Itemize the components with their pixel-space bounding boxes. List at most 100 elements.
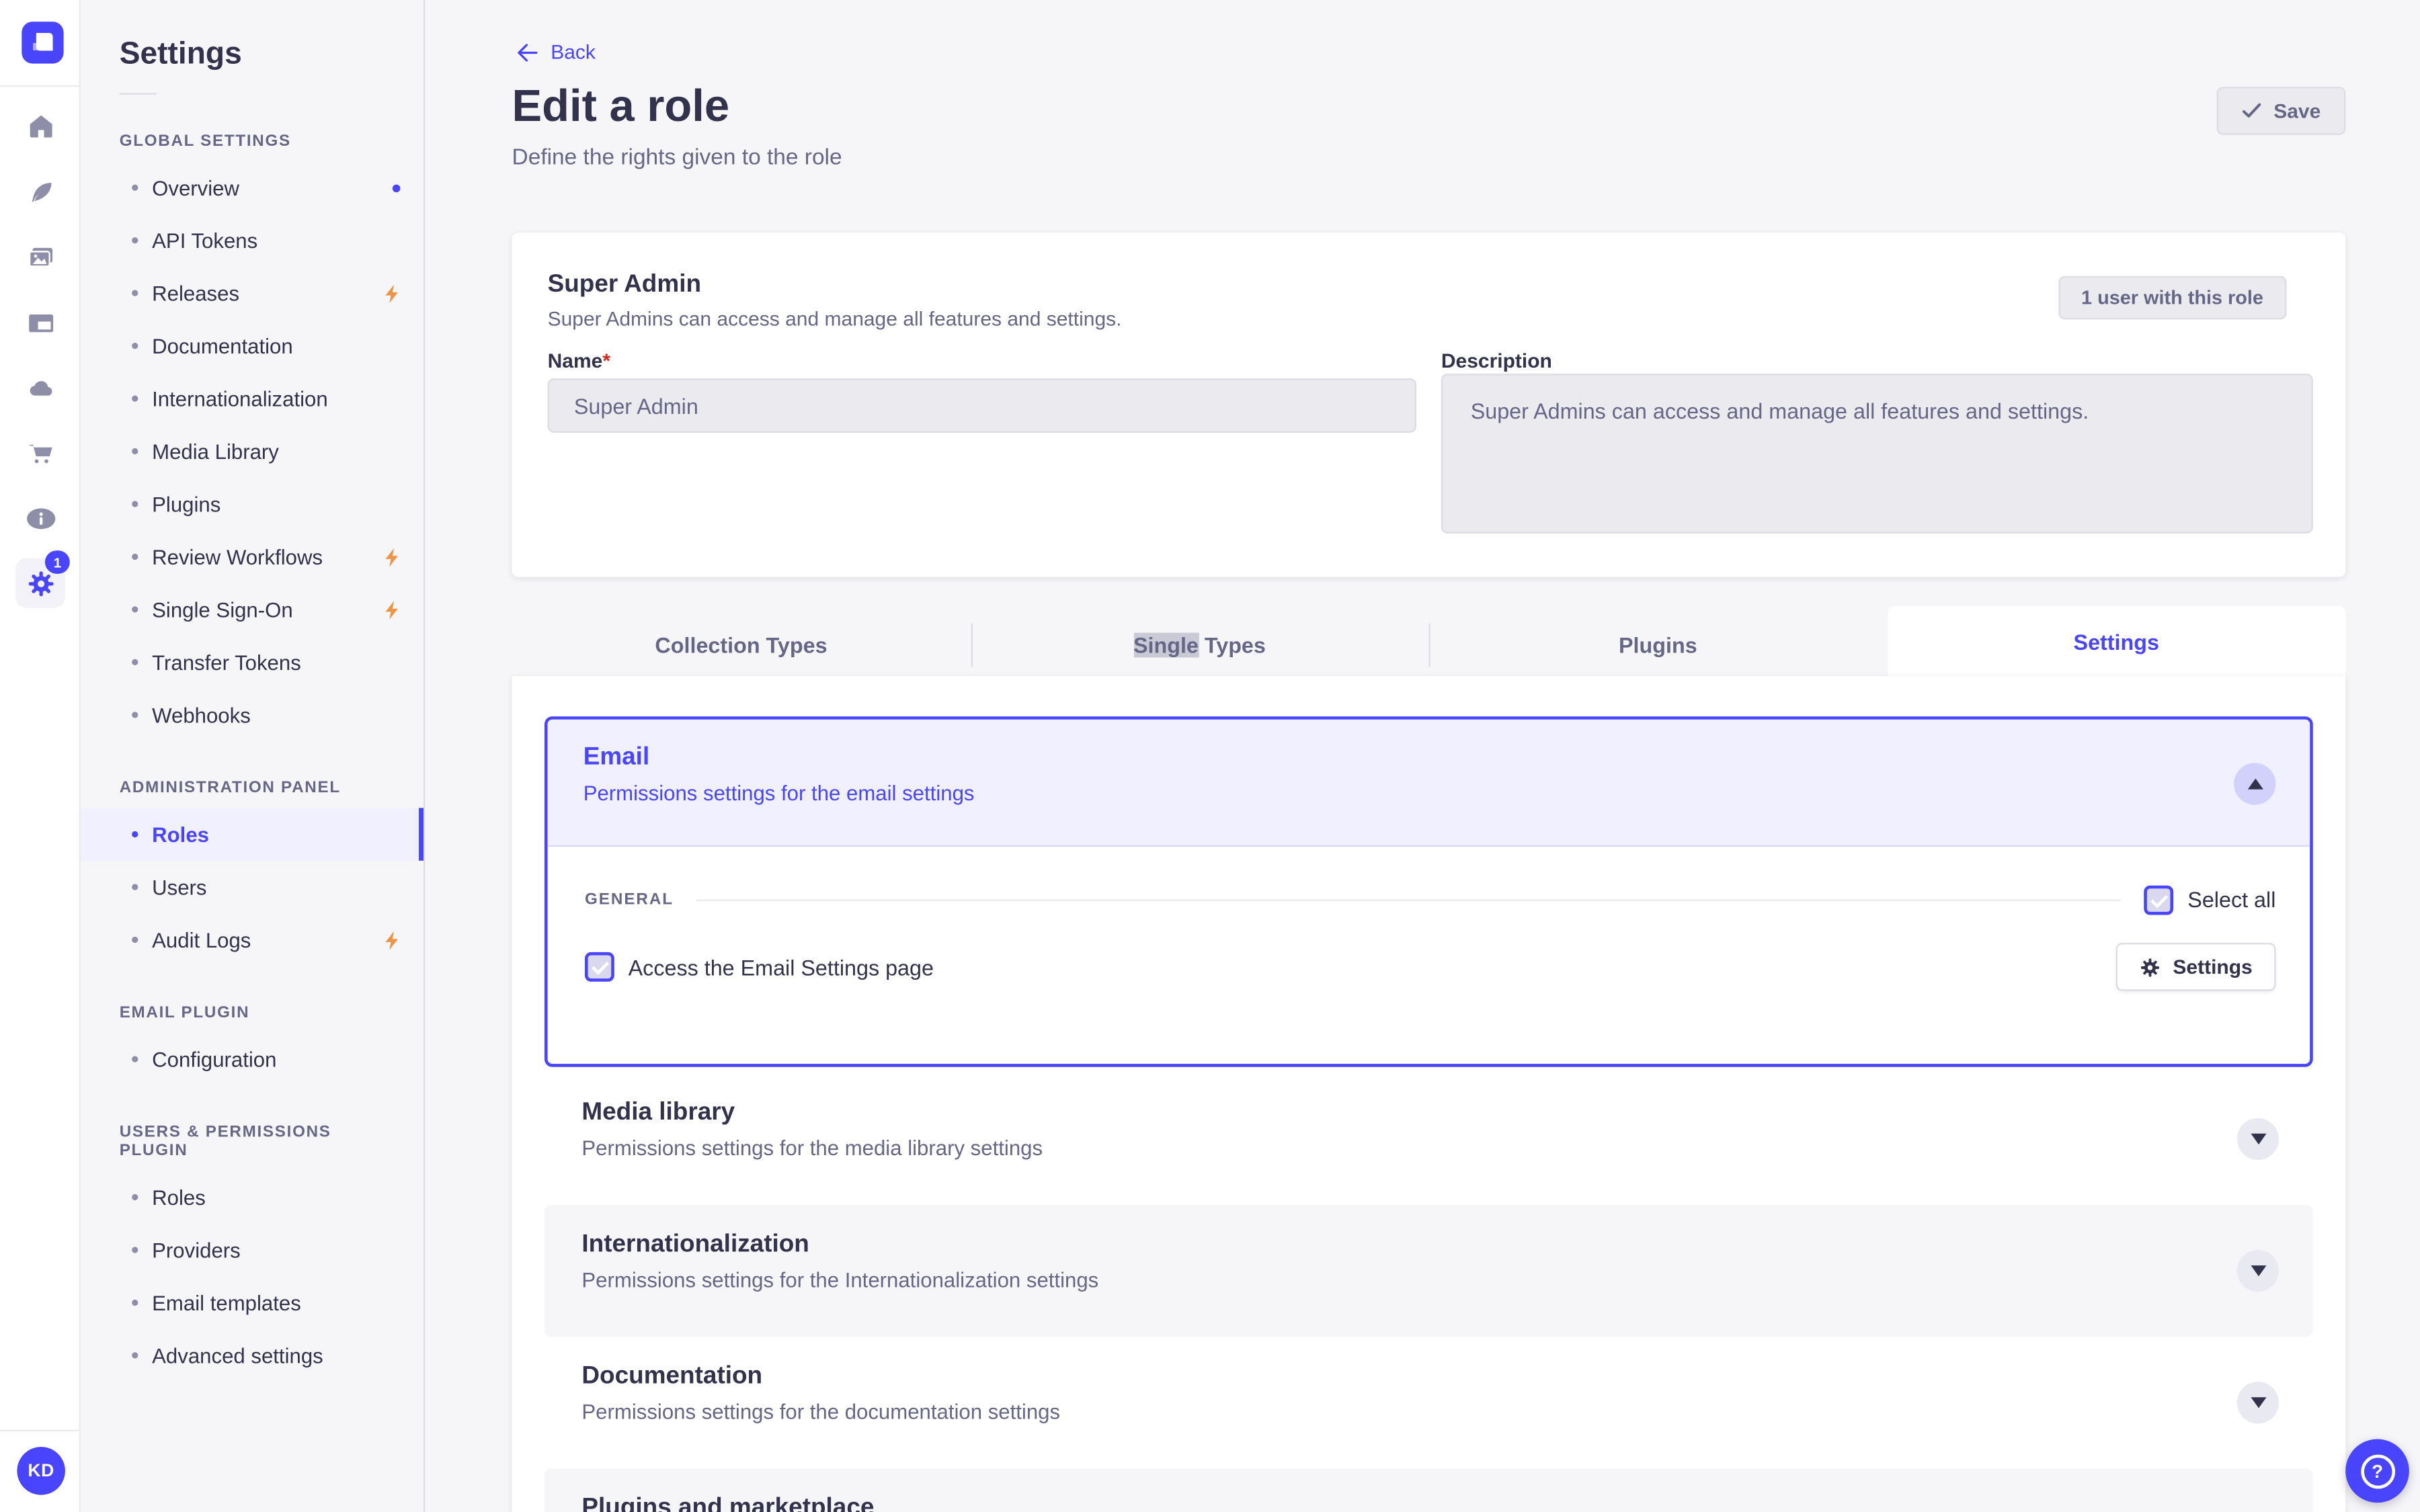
sidebar-item-providers[interactable]: Providers bbox=[81, 1224, 424, 1276]
expand-button[interactable] bbox=[2236, 1382, 2279, 1424]
sidebar-item-review-workflows[interactable]: Review Workflows bbox=[81, 530, 424, 583]
strapi-logo-icon[interactable] bbox=[22, 22, 64, 64]
documentation-accordion[interactable]: Documentation Permissions settings for t… bbox=[544, 1337, 2313, 1468]
sidebar-item-plugins[interactable]: Plugins bbox=[81, 478, 424, 530]
sidebar-item-email-templates[interactable]: Email templates bbox=[81, 1276, 424, 1329]
sidebar-item-releases[interactable]: Releases bbox=[81, 267, 424, 319]
check-icon bbox=[2242, 103, 2261, 118]
description-label: Description bbox=[1441, 349, 1552, 372]
accordion-title: Plugins and marketplace bbox=[581, 1495, 875, 1512]
back-link[interactable]: Back bbox=[515, 40, 596, 64]
sidebar-item-documentation[interactable]: Documentation bbox=[81, 319, 424, 372]
information-icon[interactable] bbox=[0, 495, 81, 541]
lightning-icon bbox=[383, 283, 400, 303]
accordion-title: Media library bbox=[581, 1099, 735, 1126]
expand-button[interactable] bbox=[2236, 1118, 2279, 1161]
bullet-icon bbox=[132, 448, 138, 455]
bullet-icon bbox=[132, 606, 138, 613]
select-all-checkbox[interactable] bbox=[2144, 884, 2174, 915]
accordion-title: Email bbox=[583, 744, 650, 771]
content-manager-feather-icon[interactable] bbox=[0, 169, 81, 216]
media-library-images-icon[interactable] bbox=[0, 234, 81, 280]
help-button[interactable]: ? bbox=[2345, 1439, 2409, 1503]
access-email-settings-checkbox[interactable] bbox=[585, 952, 614, 982]
tab-collection-types[interactable]: Collection Types bbox=[512, 614, 971, 676]
bullet-icon bbox=[132, 1352, 138, 1359]
email-accordion-header[interactable]: Email Permissions settings for the email… bbox=[547, 719, 2310, 847]
section-global-settings: GLOBAL SETTINGS bbox=[119, 132, 291, 151]
bullet-icon bbox=[132, 1193, 138, 1201]
arrow-left-icon bbox=[518, 43, 538, 61]
sidebar-item-advanced-settings[interactable]: Advanced settings bbox=[81, 1329, 424, 1382]
chevron-down-icon bbox=[2250, 1265, 2266, 1277]
cloud-icon[interactable] bbox=[0, 364, 81, 411]
sidebar-item-internationalization[interactable]: Internationalization bbox=[81, 372, 424, 425]
notification-dot bbox=[392, 183, 401, 192]
marketplace-cart-icon[interactable] bbox=[0, 429, 81, 476]
bullet-icon bbox=[132, 553, 138, 560]
general-section-row: GENERAL Select all bbox=[585, 884, 2275, 915]
bullet-icon bbox=[132, 1299, 138, 1306]
internationalization-accordion[interactable]: Internationalization Permissions setting… bbox=[544, 1205, 2313, 1337]
bullet-icon bbox=[132, 831, 138, 838]
main-content: Back Edit a role Define the rights given… bbox=[425, 0, 2420, 1512]
sidebar-item-roles-admin[interactable]: Roles bbox=[81, 808, 424, 861]
sidebar-item-api-tokens[interactable]: API Tokens bbox=[81, 214, 424, 266]
chevron-down-icon bbox=[2250, 1397, 2266, 1409]
bullet-icon bbox=[132, 395, 138, 402]
content-type-builder-layout-icon[interactable] bbox=[0, 299, 81, 345]
users-with-role-button[interactable]: 1 user with this role bbox=[2058, 276, 2287, 320]
app-window: 1 KD Settings GLOBAL SETTINGS Overview A… bbox=[0, 0, 2420, 1512]
email-settings-button[interactable]: Settings bbox=[2115, 943, 2276, 991]
bullet-icon bbox=[132, 184, 138, 191]
accordion-subtitle: Permissions settings for the Internation… bbox=[581, 1268, 1099, 1292]
settings-subnav: Settings GLOBAL SETTINGS Overview API To… bbox=[81, 0, 426, 1512]
section-administration-panel: ADMINISTRATION PANEL bbox=[119, 778, 341, 798]
collapse-button[interactable] bbox=[2234, 763, 2276, 805]
sidebar-item-media-library[interactable]: Media Library bbox=[81, 425, 424, 477]
sidebar-item-roles-up[interactable]: Roles bbox=[81, 1171, 424, 1223]
tab-plugins[interactable]: Plugins bbox=[1428, 614, 1887, 676]
plugins-marketplace-accordion[interactable]: Plugins and marketplace bbox=[544, 1468, 2313, 1512]
page-subtitle: Define the rights given to the role bbox=[512, 145, 842, 171]
name-input[interactable] bbox=[547, 378, 1416, 433]
question-icon: ? bbox=[2360, 1454, 2394, 1488]
sidebar-item-audit-logs[interactable]: Audit Logs bbox=[81, 913, 424, 966]
bullet-icon bbox=[132, 1247, 138, 1253]
sidebar-item-overview[interactable]: Overview bbox=[81, 161, 424, 214]
name-label: Name* bbox=[547, 349, 611, 372]
media-library-accordion[interactable]: Media library Permissions settings for t… bbox=[544, 1073, 2313, 1205]
sidebar-item-users[interactable]: Users bbox=[81, 861, 424, 913]
section-divider-line bbox=[696, 898, 2122, 900]
bullet-icon bbox=[132, 343, 138, 349]
role-description-text: Super Admins can access and manage all f… bbox=[547, 306, 1122, 331]
sidebar-item-configuration[interactable]: Configuration bbox=[81, 1033, 424, 1085]
bullet-icon bbox=[132, 1056, 138, 1062]
description-textarea[interactable]: Super Admins can access and manage all f… bbox=[1441, 374, 2313, 534]
bullet-icon bbox=[132, 884, 138, 890]
sidebar-item-single-sign-on[interactable]: Single Sign-On bbox=[81, 583, 424, 636]
settings-gear-icon bbox=[28, 571, 53, 596]
expand-button[interactable] bbox=[2236, 1250, 2279, 1292]
save-button[interactable]: Save bbox=[2216, 87, 2346, 135]
email-accordion-expanded: Email Permissions settings for the email… bbox=[544, 716, 2313, 1067]
home-icon[interactable] bbox=[0, 102, 81, 149]
bullet-icon bbox=[132, 659, 138, 665]
access-email-settings-label: Access the Email Settings page bbox=[628, 954, 934, 980]
sidebar-item-webhooks[interactable]: Webhooks bbox=[81, 689, 424, 741]
subnav-title: Settings bbox=[119, 37, 242, 72]
accordion-subtitle: Permissions settings for the documentati… bbox=[581, 1400, 1061, 1424]
user-avatar[interactable]: KD bbox=[17, 1447, 65, 1495]
tab-settings[interactable]: Settings bbox=[1887, 606, 2346, 677]
sidebar-item-transfer-tokens[interactable]: Transfer Tokens bbox=[81, 636, 424, 688]
permission-row: Access the Email Settings page Settings bbox=[585, 943, 2276, 991]
subnav-divider bbox=[119, 93, 157, 95]
bullet-icon bbox=[132, 936, 138, 943]
lightning-icon bbox=[383, 546, 400, 566]
tab-single-types[interactable]: Single Types bbox=[970, 614, 1428, 676]
bullet-icon bbox=[132, 712, 138, 718]
accordion-title: Documentation bbox=[581, 1363, 763, 1390]
page-title: Edit a role bbox=[512, 82, 730, 132]
rail-divider-bottom bbox=[0, 1429, 79, 1431]
strapi-logo-glyph bbox=[33, 33, 53, 51]
